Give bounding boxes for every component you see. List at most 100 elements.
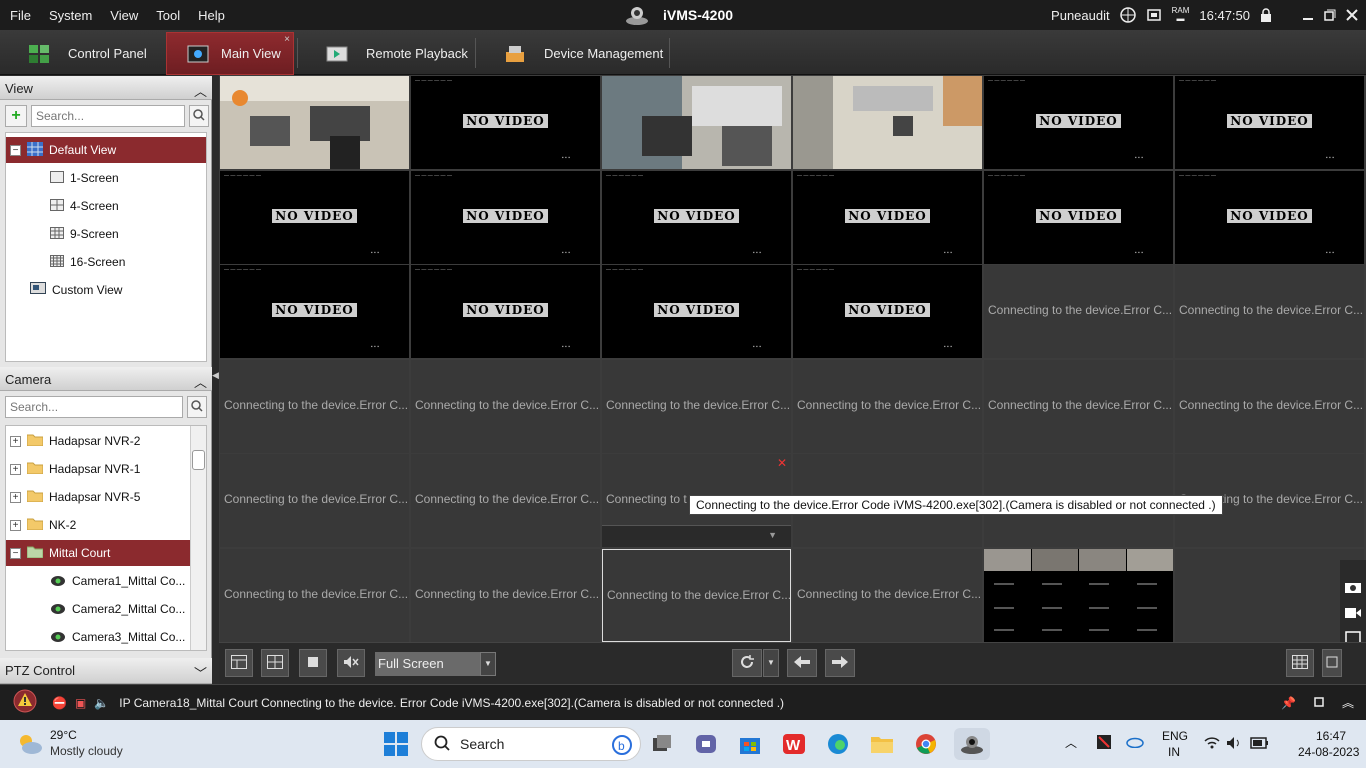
globe-icon[interactable]	[1119, 7, 1136, 23]
video-cell-camera-feed[interactable]	[220, 76, 409, 169]
video-cell-camera-feed[interactable]	[793, 76, 982, 169]
video-cell-empty[interactable]	[1175, 549, 1364, 642]
refresh-dropdown-arrow[interactable]: ▼	[763, 649, 779, 677]
wifi-icon[interactable]	[1204, 736, 1220, 753]
view-search-button[interactable]	[189, 105, 209, 127]
store-icon[interactable]	[734, 728, 766, 760]
video-cell-connecting[interactable]: Connecting to the device.Error C...	[793, 549, 982, 642]
tree-item-camera2[interactable]: Camera2_Mittal Co...	[6, 596, 190, 622]
tree-item-1-screen[interactable]: 1-Screen	[6, 165, 206, 191]
tab-control-panel[interactable]: Control Panel	[0, 32, 162, 75]
chevron-up-icon[interactable]: ︽	[1342, 694, 1354, 711]
refresh-button[interactable]	[732, 649, 762, 677]
panel-collapse-handle[interactable]: ◀	[212, 370, 219, 386]
taskbar-time[interactable]: 16:47	[1316, 729, 1346, 743]
tree-item-custom-view[interactable]: Custom View	[6, 277, 206, 303]
user-name[interactable]: Puneaudit	[1051, 8, 1110, 23]
tree-item-mittal-court[interactable]: − Mittal Court	[6, 540, 190, 566]
tree-item-9-screen[interactable]: 9-Screen	[6, 221, 206, 247]
video-cell-connecting[interactable]: Connecting to the device.Error C...	[984, 265, 1173, 358]
edge-icon[interactable]	[822, 728, 854, 760]
battery-icon[interactable]	[1250, 737, 1270, 752]
file-explorer-icon[interactable]	[866, 728, 898, 760]
menu-view[interactable]: View	[101, 8, 147, 23]
video-cell-connecting[interactable]: Connecting to the device.Error C...	[411, 360, 600, 453]
menu-tool[interactable]: Tool	[147, 8, 189, 23]
restore-icon[interactable]	[1324, 9, 1336, 21]
camera-tree-scrollbar[interactable]	[190, 426, 206, 650]
video-cell-connecting[interactable]: Connecting to the device.Error C...	[793, 360, 982, 453]
windows-start-icon[interactable]	[384, 732, 408, 759]
onedrive-icon[interactable]	[1126, 736, 1144, 751]
video-cell-connecting[interactable]: Connecting to the device.Error C...	[220, 549, 409, 642]
video-cell-no-video[interactable]: — — — — — — NO VIDEO ▪ ▪ ▪	[602, 265, 791, 358]
window-division-button[interactable]	[1286, 649, 1314, 677]
collapse-toggle-icon[interactable]: −	[10, 547, 21, 559]
fit-window-button[interactable]	[1322, 649, 1342, 677]
video-cell-selected[interactable]: Connecting to the device.Error C...	[602, 549, 791, 642]
video-cell-no-video[interactable]: — — — — — — NO VIDEO ▪ ▪ ▪	[602, 171, 791, 264]
expand-toggle-icon[interactable]: +	[10, 435, 21, 447]
ptz-section-header[interactable]: PTZ Control ﹀	[0, 658, 212, 684]
task-view-icon[interactable]	[646, 728, 678, 760]
video-cell-connecting[interactable]: Connecting to the device.Error C...	[411, 454, 600, 547]
collapse-icon[interactable]: ︿	[194, 372, 207, 390]
video-cell-no-video[interactable]: — — — — — — NO VIDEO ▪ ▪ ▪	[984, 171, 1173, 264]
tree-item-camera3[interactable]: Camera3_Mittal Co...	[6, 624, 190, 650]
collapse-icon[interactable]: ︿	[194, 81, 207, 99]
video-cell-no-video[interactable]: — — — — — — NO VIDEO ▪ ▪ ▪	[1175, 171, 1364, 264]
video-cell-connecting[interactable]: Connecting to the device.Error C...	[1175, 265, 1364, 358]
expand-icon[interactable]: ﹀	[194, 663, 207, 681]
tab-remote-playback[interactable]: Remote Playback	[298, 32, 473, 75]
tab-main-view[interactable]: Main View ×	[166, 32, 294, 75]
tree-item-hadapsar-nvr-5[interactable]: + Hadapsar NVR-5	[6, 484, 190, 510]
video-cell-no-video[interactable]: — — — — — — NO VIDEO ▪ ▪ ▪	[411, 265, 600, 358]
capture-icon[interactable]	[1344, 580, 1362, 597]
pin-icon[interactable]: 📌	[1281, 696, 1296, 710]
video-cell-connecting[interactable]: Connecting to the device.Error C...	[602, 360, 791, 453]
close-icon[interactable]	[1346, 9, 1358, 21]
video-cell-no-video[interactable]: — — — — — — NO VIDEO ▪ ▪ ▪	[220, 171, 409, 264]
view-search-input[interactable]: Search...	[31, 105, 185, 127]
weather-desc[interactable]: Mostly cloudy	[50, 744, 123, 758]
video-cell-no-video[interactable]: — — — — — — NO VIDEO ▪ ▪ ▪	[411, 76, 600, 169]
scroll-thumb[interactable]	[192, 450, 205, 470]
teams-icon[interactable]	[690, 728, 722, 760]
volume-icon[interactable]	[1226, 736, 1242, 753]
dropdown-arrow-icon[interactable]: ▼	[768, 530, 777, 540]
tray-chevron-up-icon[interactable]: ︿	[1065, 734, 1077, 751]
menu-system[interactable]: System	[40, 8, 101, 23]
ivms-taskbar-icon[interactable]	[954, 728, 990, 760]
video-cell-no-video[interactable]: — — — — — — NO VIDEO ▪ ▪ ▪	[411, 171, 600, 264]
camera-search-input[interactable]: Search...	[5, 396, 183, 418]
video-cell-no-video[interactable]: — — — — — — NO VIDEO ▪ ▪ ▪	[793, 265, 982, 358]
wps-office-icon[interactable]: W	[778, 728, 810, 760]
video-cell-connecting[interactable]: Connecting to the device.Error C...	[1175, 360, 1364, 453]
video-cell-no-video[interactable]: — — — — — — NO VIDEO ▪ ▪ ▪	[220, 265, 409, 358]
menu-help[interactable]: Help	[189, 8, 234, 23]
close-icon[interactable]: ✕	[777, 456, 787, 470]
weather-temp[interactable]: 29°C	[50, 728, 77, 742]
expand-toggle-icon[interactable]: +	[10, 519, 21, 531]
tree-item-camera1[interactable]: Camera1_Mittal Co...	[6, 568, 190, 594]
video-cell-no-video[interactable]: — — — — — — NO VIDEO ▪ ▪ ▪	[984, 76, 1173, 169]
collapse-toggle-icon[interactable]: −	[10, 144, 21, 156]
taskbar-date[interactable]: 24-08-2023	[1298, 745, 1359, 759]
video-cell-multi-feed[interactable]	[984, 549, 1173, 642]
video-cell-no-video[interactable]: — — — — — — NO VIDEO ▪ ▪ ▪	[1175, 76, 1364, 169]
previous-page-button[interactable]	[787, 649, 817, 677]
chrome-icon[interactable]	[910, 728, 942, 760]
view-section-header[interactable]: View ︿	[0, 76, 212, 100]
tab-device-management[interactable]: Device Management	[476, 32, 666, 75]
ram-icon[interactable]: RAM ▬	[1172, 7, 1190, 23]
tree-item-default-view[interactable]: − Default View	[6, 137, 206, 163]
tree-item-nk-2[interactable]: + NK-2	[6, 512, 190, 538]
video-cell-connecting[interactable]: Connecting to the device.Error C...	[411, 549, 600, 642]
video-cell-connecting[interactable]: Connecting to the device.Error C...	[220, 360, 409, 453]
mute-button[interactable]	[337, 649, 365, 677]
expand-toggle-icon[interactable]: +	[10, 463, 21, 475]
minimize-icon[interactable]	[1302, 9, 1314, 21]
weather-icon[interactable]	[16, 732, 44, 759]
video-cell-camera-feed[interactable]	[602, 76, 791, 169]
alarm-sound-icon[interactable]: ⛔	[52, 696, 67, 710]
